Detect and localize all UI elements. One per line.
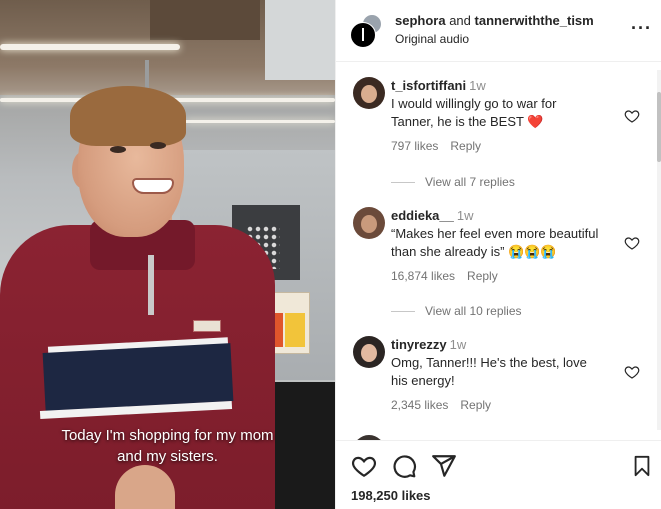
comments-list[interactable]: t_isfortiffani 1w I would willingly go to… [336,62,661,440]
view-replies-label: View all 10 replies [425,304,522,318]
comment-text-line: I would willingly go to war for [391,96,557,111]
comment-time[interactable]: 1w [450,337,467,352]
comment-username[interactable]: tinyrezzy [391,337,447,352]
audio-link[interactable]: Original audio [395,32,469,46]
video-caption: Today I'm shopping for my mom and my sis… [0,425,335,467]
comment-body: t_isfortiffani 1w I would willingly go to… [391,77,621,153]
author-link-tanner[interactable]: tannerwiththe_tism [475,13,594,28]
post-side-panel: sephora and tannerwiththe_tism Original … [335,0,661,509]
post-like-count[interactable]: 198,250 likes [351,488,431,503]
post-actions: 198,250 likes [336,440,661,509]
reply-button[interactable]: Reply [467,269,498,283]
collab-avatars[interactable] [350,14,384,48]
post-header: sephora and tannerwiththe_tism Original … [336,0,661,62]
author-joiner: and [449,13,471,28]
comment-time[interactable]: 1w [457,208,474,223]
comment-text: “Makes her feel even more beautiful than… [391,225,621,261]
comment-likes[interactable]: 2,345 likes [391,398,448,412]
comment-body: tinyrezzy 1w Omg, Tanner!!! He's the best… [391,336,621,412]
comment-text-line: Omg, Tanner!!! He's the best, love [391,355,587,370]
reply-button[interactable]: Reply [460,398,491,412]
video-window [265,0,335,80]
comment-text-line: than she already is” 😭😭😭 [391,244,557,259]
comment-username[interactable]: t_isfortiffani [391,78,466,93]
author-link-sephora[interactable]: sephora [395,13,446,28]
comment-text-line: “Makes her feel even more beautiful [391,226,599,241]
video-ceiling-light [0,44,180,50]
comment-likes[interactable]: 797 likes [391,139,438,153]
post-authors: sephora and tannerwiththe_tism [395,13,594,28]
view-replies-button[interactable]: View all 7 replies [391,175,515,189]
comment-text-line: his energy! [391,373,455,388]
bookmark-icon[interactable] [631,453,653,479]
heart-icon[interactable] [624,108,640,124]
comment-likes[interactable]: 16,874 likes [391,269,455,283]
avatar[interactable] [353,77,385,109]
more-horizontal-icon[interactable]: ··· [631,18,652,39]
avatar [350,22,376,48]
avatar[interactable] [353,336,385,368]
comment-body: eddieka__ 1w “Makes her feel even more be… [391,207,621,283]
comment-text-line: Tanner, he is the BEST ❤️ [391,114,544,129]
share-icon[interactable] [431,453,457,479]
reply-button[interactable]: Reply [450,139,481,153]
comment-username[interactable]: eddieka__ [391,208,454,223]
caption-line: Today I'm shopping for my mom [61,427,274,444]
view-replies-label: View all 7 replies [425,175,515,189]
comments-scroll-thumb[interactable] [657,92,661,162]
comment-text: Omg, Tanner!!! He's the best, love his e… [391,354,621,390]
heart-icon[interactable] [624,235,640,251]
view-replies-button[interactable]: View all 10 replies [391,304,522,318]
like-heart-icon[interactable] [351,453,377,479]
caption-line: and my sisters. [117,448,218,465]
comment-time[interactable]: 1w [469,78,486,93]
video-ceiling-beam [150,0,260,40]
comment-icon[interactable] [391,453,417,479]
comment-text: I would willingly go to war for Tanner, … [391,95,621,131]
avatar[interactable] [353,207,385,239]
heart-icon[interactable] [624,364,640,380]
reel-video[interactable]: Today I'm shopping for my mom and my sis… [0,0,335,509]
